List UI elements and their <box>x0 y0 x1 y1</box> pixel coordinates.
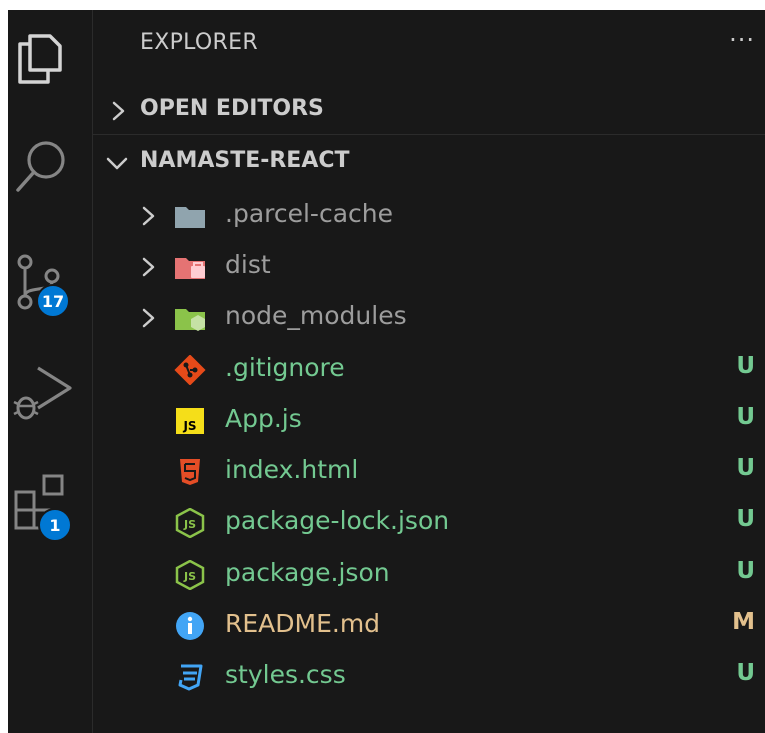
project-section[interactable]: NAMASTE-REACT <box>93 142 765 182</box>
section-divider <box>93 134 765 135</box>
tree-item-gitignore[interactable]: .gitignore U <box>93 345 765 393</box>
activity-search[interactable] <box>8 138 92 208</box>
tree-item-dist[interactable]: dist <box>93 242 765 290</box>
tree-item-node-modules[interactable]: node_modules <box>93 293 765 341</box>
source-control-badge: 17 <box>36 284 70 318</box>
tree-item-app-js[interactable]: JS App.js U <box>93 396 765 444</box>
project-label: NAMASTE-REACT <box>140 148 350 173</box>
activity-bar: 17 1 <box>8 10 93 733</box>
activity-run-debug[interactable] <box>8 362 92 432</box>
activity-explorer[interactable] <box>8 28 92 98</box>
tree-item-label: node_modules <box>225 301 407 330</box>
tree-item-readme-md[interactable]: README.md M <box>93 601 765 649</box>
chevron-down-icon <box>106 157 128 170</box>
git-status-untracked: U <box>736 455 755 481</box>
tree-item-package-json[interactable]: JS package.json U <box>93 550 765 598</box>
git-status-untracked: U <box>736 506 755 532</box>
tree-item-index-html[interactable]: index.html U <box>93 447 765 495</box>
files-icon <box>18 34 62 84</box>
open-editors-section[interactable]: OPEN EDITORS <box>93 90 765 130</box>
tree-item-label: styles.css <box>225 660 346 689</box>
svg-text:JS: JS <box>183 570 196 583</box>
tree-item-label: .parcel-cache <box>225 199 393 228</box>
activity-extensions[interactable]: 1 <box>8 470 92 542</box>
git-icon <box>174 355 206 385</box>
tree-item-label: package-lock.json <box>225 506 450 535</box>
activity-source-control[interactable]: 17 <box>8 250 92 320</box>
nodejs-icon: JS <box>175 560 205 590</box>
tree-item-label: README.md <box>225 609 381 638</box>
folder-dist-icon <box>175 258 205 279</box>
tree-item-parcel-cache[interactable]: .parcel-cache <box>93 191 765 239</box>
svg-text:JS: JS <box>183 518 196 531</box>
tree-item-label: index.html <box>225 455 359 484</box>
explorer-sidebar: EXPLORER ··· OPEN EDITORS NAMASTE-REACT … <box>93 10 765 733</box>
search-icon <box>16 141 65 192</box>
folder-node-icon <box>175 309 205 331</box>
git-status-untracked: U <box>736 558 755 584</box>
chevron-right-icon <box>142 308 155 328</box>
nodejs-icon: JS <box>175 508 205 538</box>
git-status-untracked: U <box>736 404 755 430</box>
git-status-untracked: U <box>736 660 755 686</box>
tree-item-package-lock-json[interactable]: JS package-lock.json U <box>93 498 765 546</box>
svg-text:JS: JS <box>182 419 196 433</box>
css-icon <box>178 664 203 691</box>
tree-item-label: .gitignore <box>225 353 345 382</box>
git-status-modified: M <box>732 609 755 635</box>
tree-item-styles-css[interactable]: styles.css U <box>93 652 765 700</box>
info-icon <box>176 612 204 640</box>
run-debug-icon <box>13 366 72 420</box>
sidebar-title: EXPLORER <box>140 30 258 55</box>
chevron-right-icon <box>112 101 125 121</box>
open-editors-label: OPEN EDITORS <box>140 96 324 121</box>
more-actions-button[interactable]: ··· <box>729 26 755 54</box>
tree-item-label: dist <box>225 250 271 279</box>
chevron-right-icon <box>142 257 155 277</box>
tree-item-label: package.json <box>225 558 390 587</box>
vscode-window: 17 1 EXPLORER ··· OPEN EDITORS NAMASTE-R… <box>8 10 765 733</box>
chevron-right-icon <box>142 206 155 226</box>
folder-icon <box>175 207 205 228</box>
html-icon <box>180 459 200 485</box>
extensions-badge: 1 <box>38 508 72 542</box>
git-status-untracked: U <box>736 353 755 379</box>
tree-item-label: App.js <box>225 404 302 433</box>
javascript-icon: JS <box>176 408 204 434</box>
